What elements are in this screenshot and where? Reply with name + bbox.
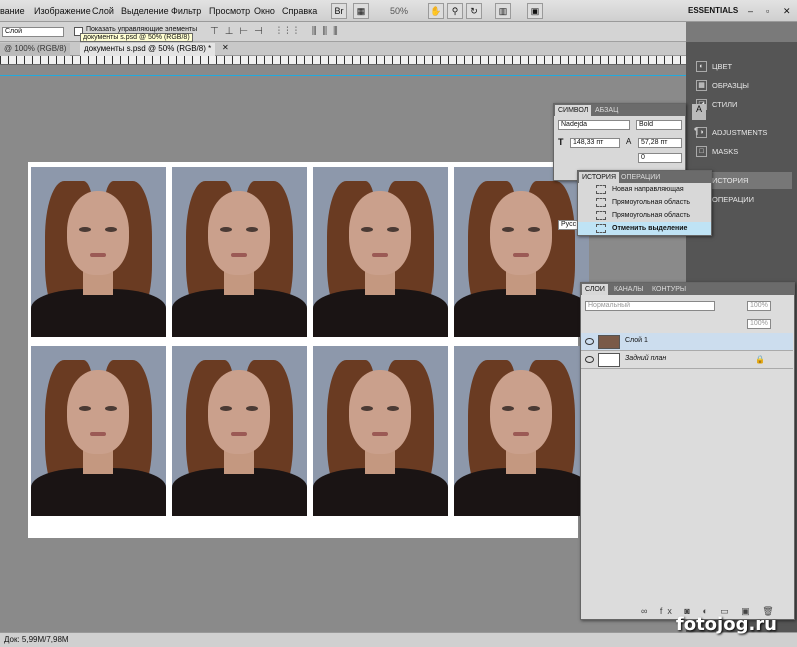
dock-styles[interactable]: ◪СТИЛИ	[692, 96, 792, 113]
menu-window[interactable]: Окно	[254, 6, 275, 16]
options-bar: Слой Показать управляющие элементы докум…	[0, 22, 686, 42]
font-size-icon: T	[558, 137, 564, 147]
guides-icon[interactable]: ▦	[353, 3, 369, 19]
menu-select[interactable]: Выделение	[121, 6, 169, 16]
tab-paths[interactable]: КОНТУРЫ	[649, 284, 689, 295]
menu-file[interactable]: вание	[0, 6, 25, 16]
lock-icon: 🔒	[755, 355, 765, 364]
document-canvas[interactable]	[28, 162, 589, 538]
tab-channels[interactable]: КАНАЛЫ	[611, 284, 646, 295]
dock-adjustments[interactable]: ◑ ADJUSTMENTS	[692, 124, 792, 141]
zoom-level[interactable]: 50%	[390, 6, 408, 16]
visibility-icon[interactable]	[585, 356, 594, 363]
menu-layer[interactable]: Слой	[92, 6, 114, 16]
visibility-icon[interactable]	[585, 338, 594, 345]
tooltip: документы s.psd @ 50% (RGB/8)	[80, 33, 193, 42]
minimize-button[interactable]: –	[748, 6, 753, 16]
menu-filter[interactable]: Фильтр	[171, 6, 201, 16]
show-transform-label: Показать управляющие элементы	[86, 26, 198, 33]
blend-mode-select[interactable]: Нормальный	[585, 301, 715, 311]
history-item[interactable]: Новая направляющая	[578, 183, 711, 196]
portrait-photo	[172, 346, 307, 516]
font-size-field[interactable]: 148,33 пт	[570, 138, 620, 148]
horizontal-ruler	[0, 56, 686, 65]
masks-icon: □	[696, 146, 707, 157]
history-panel: ИСТОРИЯ ОПЕРАЦИИ Новая направляющая Прямо…	[577, 170, 712, 236]
menu-bar: вание Изображение Слой Выделение Фильтр …	[0, 0, 797, 22]
close-button[interactable]: ✕	[783, 6, 791, 17]
paragraph-icon[interactable]: ¶	[694, 126, 699, 136]
tracking-field[interactable]: 0	[638, 153, 682, 163]
auto-select-dropdown[interactable]: Слой	[2, 27, 64, 37]
tab-doc1[interactable]: @ 100% (RGB/8)	[0, 43, 71, 56]
bridge-button[interactable]: Br	[331, 3, 347, 19]
portrait-photo	[313, 346, 448, 516]
maximize-button[interactable]: ▫	[766, 6, 769, 16]
zoom-icon[interactable]: ⚲	[447, 3, 463, 19]
menu-help[interactable]: Справка	[282, 6, 317, 16]
layer-thumbnail	[598, 353, 620, 367]
arrange-icon[interactable]: ▥	[495, 3, 511, 19]
guide-line	[0, 75, 686, 76]
doc-size: Док: 5,99M/7,98M	[4, 635, 69, 644]
layer-row[interactable]: Задний план 🔒	[581, 351, 793, 369]
layer-thumbnail	[598, 335, 620, 349]
tab-doc2[interactable]: документы s.psd @ 50% (RGB/8) *	[80, 43, 216, 56]
document-tabs: @ 100% (RGB/8) документы s.psd @ 50% (RG…	[0, 42, 686, 56]
hand-icon[interactable]: ✋	[428, 3, 444, 19]
portrait-photo	[172, 167, 307, 337]
dock-color[interactable]: ◐ ЦВЕТ	[692, 58, 792, 75]
tab-paragraph[interactable]: АБЗАЦ	[592, 105, 621, 116]
portrait-photo	[31, 167, 166, 337]
menu-view[interactable]: Просмотр	[209, 6, 250, 16]
tab-actions[interactable]: ОПЕРАЦИИ	[618, 172, 663, 183]
portrait-photo	[454, 167, 589, 337]
font-style-field[interactable]: Bold	[636, 120, 682, 130]
opacity-field[interactable]: 100%	[747, 301, 771, 311]
font-family-field[interactable]: Nadejda	[558, 120, 630, 130]
watermark-text: fotojog.ru	[675, 614, 777, 635]
dock-masks[interactable]: □ MASKS	[692, 143, 792, 160]
tab-character[interactable]: СИМВОЛ	[555, 105, 592, 116]
layer-row[interactable]: Слой 1	[581, 333, 793, 351]
history-item[interactable]: Прямоугольная область	[578, 209, 711, 222]
workspace-switcher[interactable]: ESSENTIALS	[688, 6, 738, 15]
dock-swatches[interactable]: ▦ ОБРАЗЦЫ	[692, 77, 792, 94]
character-icon[interactable]: A	[692, 104, 706, 120]
tab-layers[interactable]: СЛОИ	[582, 284, 608, 295]
align-icons[interactable]: ⊤⊥⊢⊣ ⫶⫶⫶ ⫼⫼⫼	[210, 26, 344, 37]
leading-icon: A	[626, 137, 632, 146]
screen-mode-icon[interactable]: ▣	[527, 3, 543, 19]
portrait-photo	[313, 167, 448, 337]
fill-field[interactable]: 100%	[747, 319, 771, 329]
swatches-icon: ▦	[696, 80, 707, 91]
color-icon: ◐	[696, 61, 707, 72]
rotate-icon[interactable]: ↻	[466, 3, 482, 19]
leading-field[interactable]: 57,28 пт	[638, 138, 682, 148]
portrait-photo	[31, 346, 166, 516]
tab-history[interactable]: ИСТОРИЯ	[579, 172, 620, 183]
history-item[interactable]: Прямоугольная область	[578, 196, 711, 209]
portrait-photo	[454, 346, 589, 516]
menu-image[interactable]: Изображение	[34, 6, 91, 16]
layers-panel: СЛОИ КАНАЛЫ КОНТУРЫ Нормальный 100% 100% С…	[580, 282, 795, 620]
close-tab-icon[interactable]: ✕	[222, 43, 229, 52]
history-item-current[interactable]: Отменить выделение	[578, 222, 711, 235]
